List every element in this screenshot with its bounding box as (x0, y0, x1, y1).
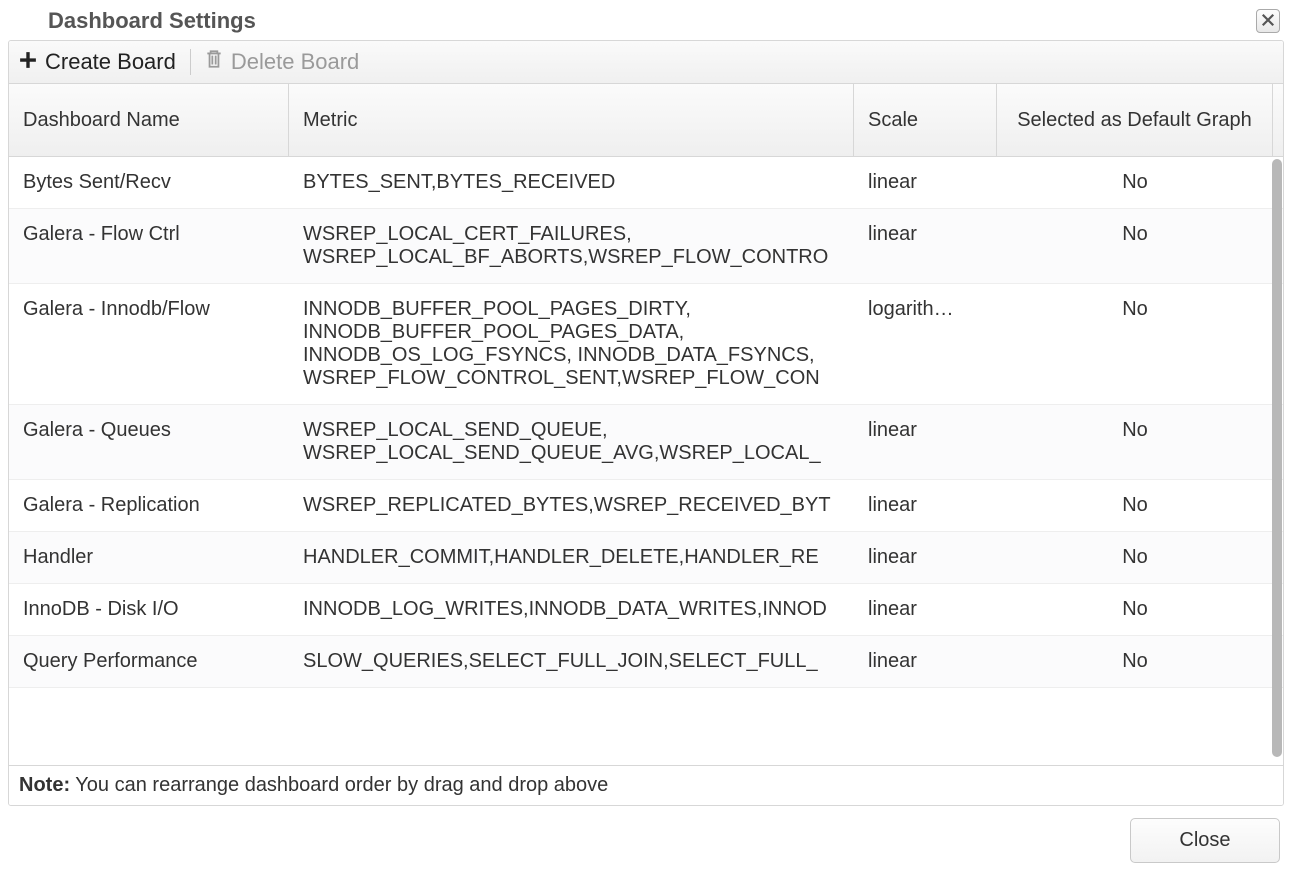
cell-name: Handler (9, 532, 289, 583)
note-text: You can rearrange dashboard order by dra… (70, 774, 608, 796)
cell-scale: linear (854, 157, 997, 208)
dialog-titlebar: Dashboard Settings (0, 0, 1292, 40)
cell-default: No (997, 209, 1273, 283)
settings-panel: Create Board Delete Board Dashboard Name… (8, 40, 1284, 806)
col-header-default[interactable]: Selected as Default Graph (997, 84, 1273, 156)
cell-scale: linear (854, 584, 997, 635)
close-button[interactable]: Close (1130, 818, 1280, 863)
table-row[interactable]: Bytes Sent/RecvBYTES_SENT,BYTES_RECEIVED… (9, 157, 1283, 209)
cell-name: Galera - Queues (9, 405, 289, 479)
cell-scale: linear (854, 636, 997, 687)
cell-default: No (997, 405, 1273, 479)
cell-scale: linear (854, 209, 997, 283)
create-board-button[interactable]: Create Board (19, 49, 176, 75)
dashboard-settings-dialog: Dashboard Settings Create Board Delete B… (0, 0, 1292, 890)
grid: Dashboard Name Metric Scale Selected as … (9, 84, 1283, 765)
table-row[interactable]: Galera - Innodb/FlowINNODB_BUFFER_POOL_P… (9, 284, 1283, 405)
cell-name: Galera - Innodb/Flow (9, 284, 289, 404)
dialog-title: Dashboard Settings (48, 8, 256, 34)
cell-metric: WSREP_LOCAL_SEND_QUEUE, WSREP_LOCAL_SEND… (289, 405, 854, 479)
table-row[interactable]: Query PerformanceSLOW_QUERIES,SELECT_FUL… (9, 636, 1283, 688)
note-label: Note: (19, 774, 70, 796)
cell-default: No (997, 480, 1273, 531)
cell-name: Query Performance (9, 636, 289, 687)
col-header-scale[interactable]: Scale (854, 84, 997, 156)
scrollbar-thumb[interactable] (1272, 159, 1282, 757)
vertical-scrollbar[interactable] (1271, 157, 1283, 765)
cell-scale: logarith… (854, 284, 997, 404)
table-row[interactable]: Galera - ReplicationWSREP_REPLICATED_BYT… (9, 480, 1283, 532)
col-header-spacer (1273, 84, 1284, 156)
table-row[interactable]: InnoDB - Disk I/OINNODB_LOG_WRITES,INNOD… (9, 584, 1283, 636)
cell-scale: linear (854, 480, 997, 531)
table-row[interactable]: HandlerHANDLER_COMMIT,HANDLER_DELETE,HAN… (9, 532, 1283, 584)
cell-name: Galera - Replication (9, 480, 289, 531)
close-icon-button[interactable] (1256, 9, 1280, 33)
col-header-metric[interactable]: Metric (289, 84, 854, 156)
cell-name: Bytes Sent/Recv (9, 157, 289, 208)
toolbar: Create Board Delete Board (9, 41, 1283, 84)
create-board-label: Create Board (45, 49, 176, 75)
table-row[interactable]: Galera - QueuesWSREP_LOCAL_SEND_QUEUE, W… (9, 405, 1283, 480)
toolbar-separator (190, 49, 191, 75)
grid-body: Bytes Sent/RecvBYTES_SENT,BYTES_RECEIVED… (9, 157, 1283, 765)
cell-default: No (997, 157, 1273, 208)
cell-metric: WSREP_LOCAL_CERT_FAILURES, WSREP_LOCAL_B… (289, 209, 854, 283)
delete-board-label: Delete Board (231, 49, 359, 75)
note-bar: Note: You can rearrange dashboard order … (9, 765, 1283, 805)
plus-icon (19, 49, 37, 75)
grid-header: Dashboard Name Metric Scale Selected as … (9, 84, 1283, 157)
cell-metric: HANDLER_COMMIT,HANDLER_DELETE,HANDLER_RE (289, 532, 854, 583)
cell-metric: INNODB_LOG_WRITES,INNODB_DATA_WRITES,INN… (289, 584, 854, 635)
delete-board-button[interactable]: Delete Board (205, 49, 359, 75)
cell-default: No (997, 284, 1273, 404)
close-icon (1261, 10, 1275, 33)
table-row[interactable]: Galera - Flow CtrlWSREP_LOCAL_CERT_FAILU… (9, 209, 1283, 284)
cell-name: Galera - Flow Ctrl (9, 209, 289, 283)
trash-icon (205, 49, 223, 75)
cell-default: No (997, 584, 1273, 635)
cell-name: InnoDB - Disk I/O (9, 584, 289, 635)
cell-scale: linear (854, 532, 997, 583)
dialog-footer: Close (0, 806, 1292, 863)
cell-metric: SLOW_QUERIES,SELECT_FULL_JOIN,SELECT_FUL… (289, 636, 854, 687)
col-header-name[interactable]: Dashboard Name (9, 84, 289, 156)
cell-default: No (997, 636, 1273, 687)
cell-default: No (997, 532, 1273, 583)
cell-metric: WSREP_REPLICATED_BYTES,WSREP_RECEIVED_BY… (289, 480, 854, 531)
cell-metric: INNODB_BUFFER_POOL_PAGES_DIRTY, INNODB_B… (289, 284, 854, 404)
cell-metric: BYTES_SENT,BYTES_RECEIVED (289, 157, 854, 208)
cell-scale: linear (854, 405, 997, 479)
